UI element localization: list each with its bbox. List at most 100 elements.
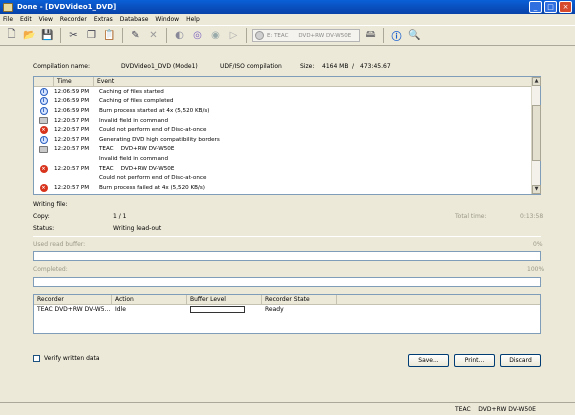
menu-view[interactable]: View: [39, 16, 53, 23]
column-time[interactable]: Time: [54, 77, 94, 86]
completed-progress-fill: [34, 278, 540, 286]
menu-edit[interactable]: Edit: [20, 16, 32, 23]
copy-value: 1 / 1: [113, 213, 127, 220]
drive-name: DVD+RW DV-W50E: [298, 32, 352, 39]
recorder-row[interactable]: TEAC DVD+RW DV-W5... Idle Ready: [34, 305, 540, 315]
log-row[interactable]: 12:20:57 PM Invalid field in command: [34, 116, 531, 126]
column-action[interactable]: Action: [112, 295, 187, 304]
drive-selector[interactable]: E: TEAC DVD+RW DV-W50E: [252, 29, 360, 42]
recorder-buffer-cell: [187, 305, 262, 315]
app-icon: [3, 2, 13, 12]
save-button[interactable]: Save...: [408, 354, 449, 367]
copy-label: Copy:: [33, 213, 50, 220]
column-recorder-state[interactable]: Recorder State: [262, 295, 337, 304]
burn-icon[interactable]: ✎: [128, 28, 143, 43]
size-value: 4164 MB: [322, 63, 349, 70]
log-rows: i 12:06:59 PM Caching of files started i 12:…: [34, 87, 531, 194]
paste-icon[interactable]: 📋: [102, 28, 117, 43]
log-row[interactable]: i 12:06:59 PM Burn process started at 4x (…: [34, 106, 531, 116]
buffer-progress-bar: [33, 251, 541, 261]
verify-label: Verify written data: [44, 355, 100, 362]
drive-disc-icon: [255, 31, 264, 40]
error-icon: ×: [39, 164, 48, 173]
eject-icon[interactable]: ▷: [226, 28, 241, 43]
scroll-thumb[interactable]: [532, 105, 541, 161]
column-buffer-level[interactable]: Buffer Level: [187, 295, 262, 304]
help-icon[interactable]: 🔍: [407, 28, 422, 43]
size-separator: /: [352, 63, 355, 70]
log-time: 12:20:57 PM: [54, 117, 90, 124]
drive-letter: E: TEAC: [267, 32, 289, 39]
new-icon[interactable]: 🗋: [4, 28, 19, 43]
recorder-action: Idle: [115, 306, 126, 313]
log-row[interactable]: × 12:20:57 PM Could not perform end of Dis…: [34, 125, 531, 135]
burn-settings-icon[interactable]: ◐: [172, 28, 187, 43]
menu-recorder[interactable]: Recorder: [60, 16, 87, 23]
menu-file[interactable]: File: [3, 16, 13, 23]
recorder-table[interactable]: Recorder Action Buffer Level Recorder St…: [33, 294, 541, 334]
log-row[interactable]: i 12:20:57 PM Generating DVD high compatib…: [34, 135, 531, 145]
info-icon[interactable]: ⓘ: [389, 28, 404, 43]
log-event: TEAC DVD+RW DV-W50E: [99, 146, 175, 153]
status-value: Writing lead-out: [113, 225, 162, 232]
log-row[interactable]: 12:20:57 PM TEAC DVD+RW DV-W50E: [34, 145, 531, 155]
title-bar: Done - [DVDVideo1_DVD] _ □ ×: [0, 0, 575, 14]
save-icon[interactable]: 💾: [40, 28, 55, 43]
completed-label: Completed:: [33, 266, 68, 273]
cut-icon[interactable]: ✂: [66, 28, 81, 43]
log-row[interactable]: Invalid field in command: [34, 154, 531, 164]
event-log[interactable]: Time Event i 12:06:59 PM Caching of files …: [33, 76, 541, 195]
open-icon[interactable]: 📂: [22, 28, 37, 43]
buffer-percent: 0%: [533, 241, 543, 248]
log-time: 12:06:59 PM: [54, 88, 90, 95]
log-row[interactable]: i 12:06:59 PM Caching of files completed: [34, 97, 531, 107]
info-icon: i: [39, 135, 48, 144]
log-row[interactable]: i 12:06:59 PM Caching of files started: [34, 87, 531, 97]
menu-bar: File Edit View Recorder Extras Database …: [0, 14, 575, 24]
verify-option[interactable]: Verify written data: [33, 355, 100, 362]
divider: [33, 236, 541, 237]
menu-extras[interactable]: Extras: [94, 16, 113, 23]
log-row[interactable]: × 12:20:57 PM TEAC DVD+RW DV-W50E: [34, 164, 531, 174]
disc-icon[interactable]: ◉: [208, 28, 223, 43]
discard-button[interactable]: Discard: [500, 354, 541, 367]
compilation-name-label: Compilation name:: [33, 63, 90, 70]
minimize-button[interactable]: _: [529, 1, 542, 13]
log-event: Invalid field in command: [99, 155, 169, 162]
verify-checkbox[interactable]: [33, 355, 40, 362]
completed-progress-bar: [33, 277, 541, 287]
log-header: Time Event: [34, 77, 540, 87]
menu-window[interactable]: Window: [155, 16, 179, 23]
drive-icon: [39, 145, 48, 153]
log-time: 12:06:59 PM: [54, 107, 90, 114]
buffer-label: Used read buffer:: [33, 241, 86, 248]
total-time-value: 0:13:58: [520, 213, 544, 220]
menu-database[interactable]: Database: [120, 16, 149, 23]
close-button[interactable]: ×: [559, 1, 572, 13]
disc-info-icon[interactable]: ◎: [190, 28, 205, 43]
buffer-level-bar: [190, 306, 245, 313]
maximize-button[interactable]: □: [544, 1, 557, 13]
log-time: 12:20:57 PM: [54, 136, 90, 143]
writing-file-label: Writing file:: [33, 201, 68, 208]
column-recorder[interactable]: Recorder: [34, 295, 112, 304]
log-row[interactable]: × 12:20:57 PM Burn process failed at 4x (5…: [34, 183, 531, 193]
log-time: 12:06:59 PM: [54, 98, 90, 105]
scroll-down-icon[interactable]: ▼: [532, 185, 541, 194]
drive-icon[interactable]: 🖴: [363, 28, 378, 43]
log-event: Could not perform end of Disc-at-once: [99, 127, 207, 134]
copy-icon[interactable]: ❐: [84, 28, 99, 43]
toolbar: 🗋 📂 💾 ✂ ❐ 📋 ✎ ✕ ◐ ◎ ◉ ▷ E: TEAC DVD+RW D…: [0, 25, 575, 46]
column-event[interactable]: Event: [94, 77, 540, 86]
log-time: 12:20:57 PM: [54, 165, 90, 172]
print-button[interactable]: Print...: [454, 354, 495, 367]
erase-icon[interactable]: ✕: [146, 28, 161, 43]
log-event: Burn process failed at 4x (5,520 KB/s): [99, 184, 205, 191]
menu-help[interactable]: Help: [186, 16, 200, 23]
scroll-up-icon[interactable]: ▲: [532, 77, 541, 86]
log-row[interactable]: Could not perform end of Disc-at-once: [34, 173, 531, 183]
info-icon: i: [39, 97, 48, 106]
recorder-table-header: Recorder Action Buffer Level Recorder St…: [34, 295, 540, 305]
log-scrollbar[interactable]: ▲ ▼: [531, 77, 541, 194]
error-icon: ×: [39, 183, 48, 192]
